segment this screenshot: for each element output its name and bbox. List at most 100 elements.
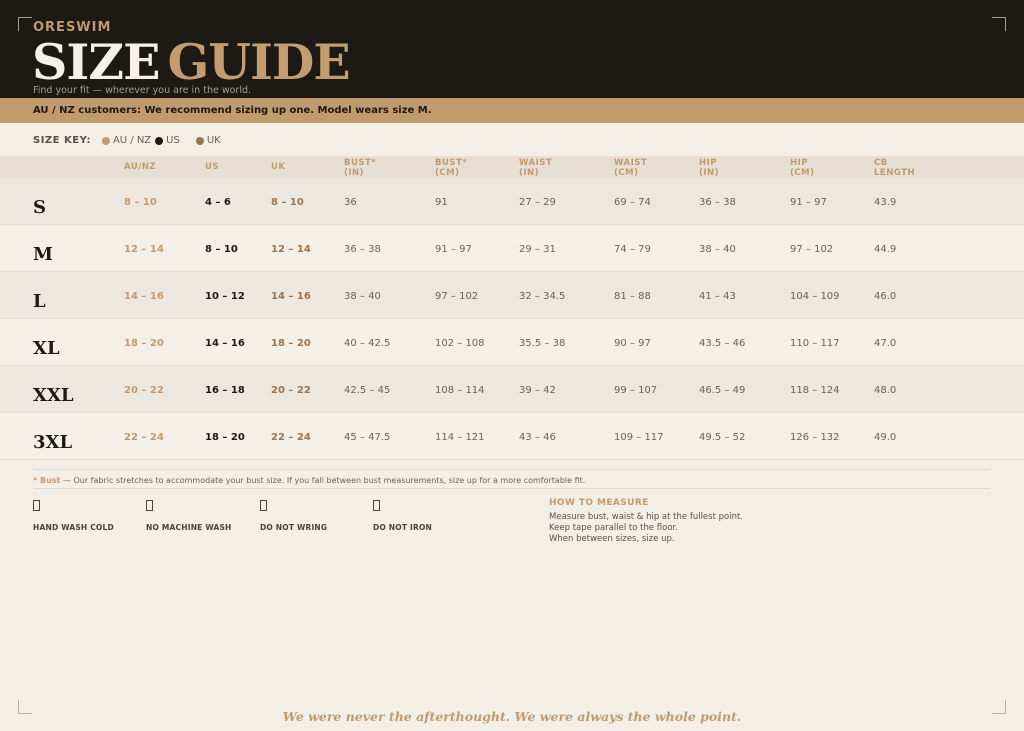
header-waist-cm: WAIST (CM) [614,158,648,178]
cb-length-cell: 48.0 [874,385,897,396]
bust-in-cell: 36 [344,197,357,208]
us-size-cell: 18 – 20 [205,432,245,443]
how-to-measure-heading: HOW TO MEASURE [549,498,649,508]
bust-footnote-text: — Our fabric stretches to accommodate yo… [60,476,586,485]
uk-size-cell: 20 – 22 [271,385,311,396]
bust-cm-cell: 114 – 121 [435,432,485,443]
uk-size-cell: 14 – 16 [271,291,311,302]
size-key-uk-label: UK [206,135,221,146]
waist-in-cell: 39 – 42 [519,385,556,396]
uk-size-cell: 12 – 14 [271,244,311,255]
cb-length-cell: 47.0 [874,338,897,349]
us-size-cell: 8 – 10 [205,244,238,255]
header-waist-in: WAIST (IN) [519,158,553,178]
hip-in-cell: 36 – 38 [699,197,736,208]
care-instruction: NO MACHINE WASH [146,500,256,534]
waist-cm-cell: 99 – 107 [614,385,658,396]
care-label: DO NOT IRON [373,523,433,532]
waist-cm-cell: 74 – 79 [614,244,651,255]
size-label: L [33,291,46,312]
uk-size-cell: 8 – 10 [271,197,304,208]
waist-in-cell: 43 – 46 [519,432,556,443]
cb-length-cell: 43.9 [874,197,897,208]
size-key-au-label: AU / NZ [112,135,152,146]
cb-length-cell: 44.9 [874,244,897,255]
header-au-nz: AU/NZ [124,162,157,172]
uk-size-cell: 18 – 20 [271,338,311,349]
au-size-cell: 18 – 20 [124,338,164,349]
care-label: DO NOT WRING [260,523,328,532]
how-to-measure-line: When between sizes, size up. [549,534,675,544]
bust-cm-cell: 91 – 97 [435,244,472,255]
bust-in-cell: 38 – 40 [344,291,381,302]
waist-cm-cell: 69 – 74 [614,197,651,208]
size-key-label: SIZE KEY: [33,135,91,146]
us-size-cell: 16 – 18 [205,385,245,396]
do-not-iron-icon [373,500,380,511]
bust-cm-cell: 108 – 114 [435,385,485,396]
divider [33,488,991,489]
corner-mark [992,17,1006,31]
bust-cm-cell: 97 – 102 [435,291,479,302]
size-key: SIZE KEY: AU / NZ US UK [33,135,225,146]
size-key-item-us: US [155,135,180,146]
size-key-item-au: AU / NZ [101,135,152,146]
size-label: XXL [33,385,74,406]
header: ORESWIM SIZE GUIDE Find your fit — wherev… [0,0,1024,98]
do-not-wring-icon [260,500,267,511]
sizing-advice-text: AU / NZ customers: We recommend sizing u… [33,105,432,116]
waist-in-cell: 32 – 34.5 [519,291,566,302]
sizing-advice-band: AU / NZ customers: We recommend sizing u… [0,98,1024,123]
bust-cm-cell: 102 – 108 [435,338,485,349]
waist-in-cell: 27 – 29 [519,197,556,208]
care-label: NO MACHINE WASH [146,523,232,532]
table-row: XL 18 – 20 14 – 16 18 – 20 40 – 42.5 102… [0,319,1024,366]
waist-in-cell: 29 – 31 [519,244,556,255]
title-word-size: SIZE [32,33,160,91]
table-row: 3XL 22 – 24 18 – 20 22 – 24 45 – 47.5 11… [0,413,1024,460]
size-key-us-label: US [166,135,180,146]
header-hip-in: HIP (IN) [699,158,720,178]
us-size-cell: 10 – 12 [205,291,245,302]
hip-cm-cell: 97 – 102 [790,244,834,255]
care-instruction: DO NOT IRON [373,500,483,534]
care-instruction: DO NOT WRING [260,500,370,534]
au-size-cell: 14 – 16 [124,291,164,302]
hip-in-cell: 49.5 – 52 [699,432,746,443]
tagline: Find your fit — wherever you are in the … [33,85,252,96]
size-key-item-uk: UK [195,135,221,146]
page-title: SIZE GUIDE [32,32,351,92]
bust-in-cell: 36 – 38 [344,244,381,255]
waist-cm-cell: 109 – 117 [614,432,664,443]
hip-cm-cell: 104 – 109 [790,291,840,302]
header-uk: UK [271,162,286,172]
table-row: S 8 – 10 4 – 6 8 – 10 36 91 27 – 29 69 –… [0,178,1024,225]
hip-in-cell: 46.5 – 49 [699,385,746,396]
hip-cm-cell: 91 – 97 [790,197,827,208]
us-dot-icon [155,136,164,145]
title-word-guide: GUIDE [167,33,350,91]
size-label: M [33,244,53,265]
bust-in-cell: 42.5 – 45 [344,385,391,396]
cb-length-cell: 49.0 [874,432,897,443]
hand-wash-icon [33,500,40,511]
no-machine-wash-icon [146,500,153,511]
size-label: XL [33,338,60,359]
au-size-cell: 20 – 22 [124,385,164,396]
table-row: L 14 – 16 10 – 12 14 – 16 38 – 40 97 – 1… [0,272,1024,319]
care-instruction: HAND WASH COLD [33,500,143,534]
size-label: 3XL [33,432,73,453]
hip-cm-cell: 118 – 124 [790,385,840,396]
hip-in-cell: 43.5 – 46 [699,338,746,349]
table-row: M 12 – 14 8 – 10 12 – 14 36 – 38 91 – 97… [0,225,1024,272]
uk-size-cell: 22 – 24 [271,432,311,443]
how-to-measure-line: Keep tape parallel to the floor. [549,523,678,533]
header-cb-length: CB LENGTH [874,158,916,178]
hip-in-cell: 41 – 43 [699,291,736,302]
table-row: XXL 20 – 22 16 – 18 20 – 22 42.5 – 45 10… [0,366,1024,413]
care-label: HAND WASH COLD [33,523,114,532]
bust-in-cell: 40 – 42.5 [344,338,391,349]
header-us: US [205,162,220,172]
au-dot-icon [101,136,110,145]
header-bust-cm: BUST* (CM) [435,158,468,178]
